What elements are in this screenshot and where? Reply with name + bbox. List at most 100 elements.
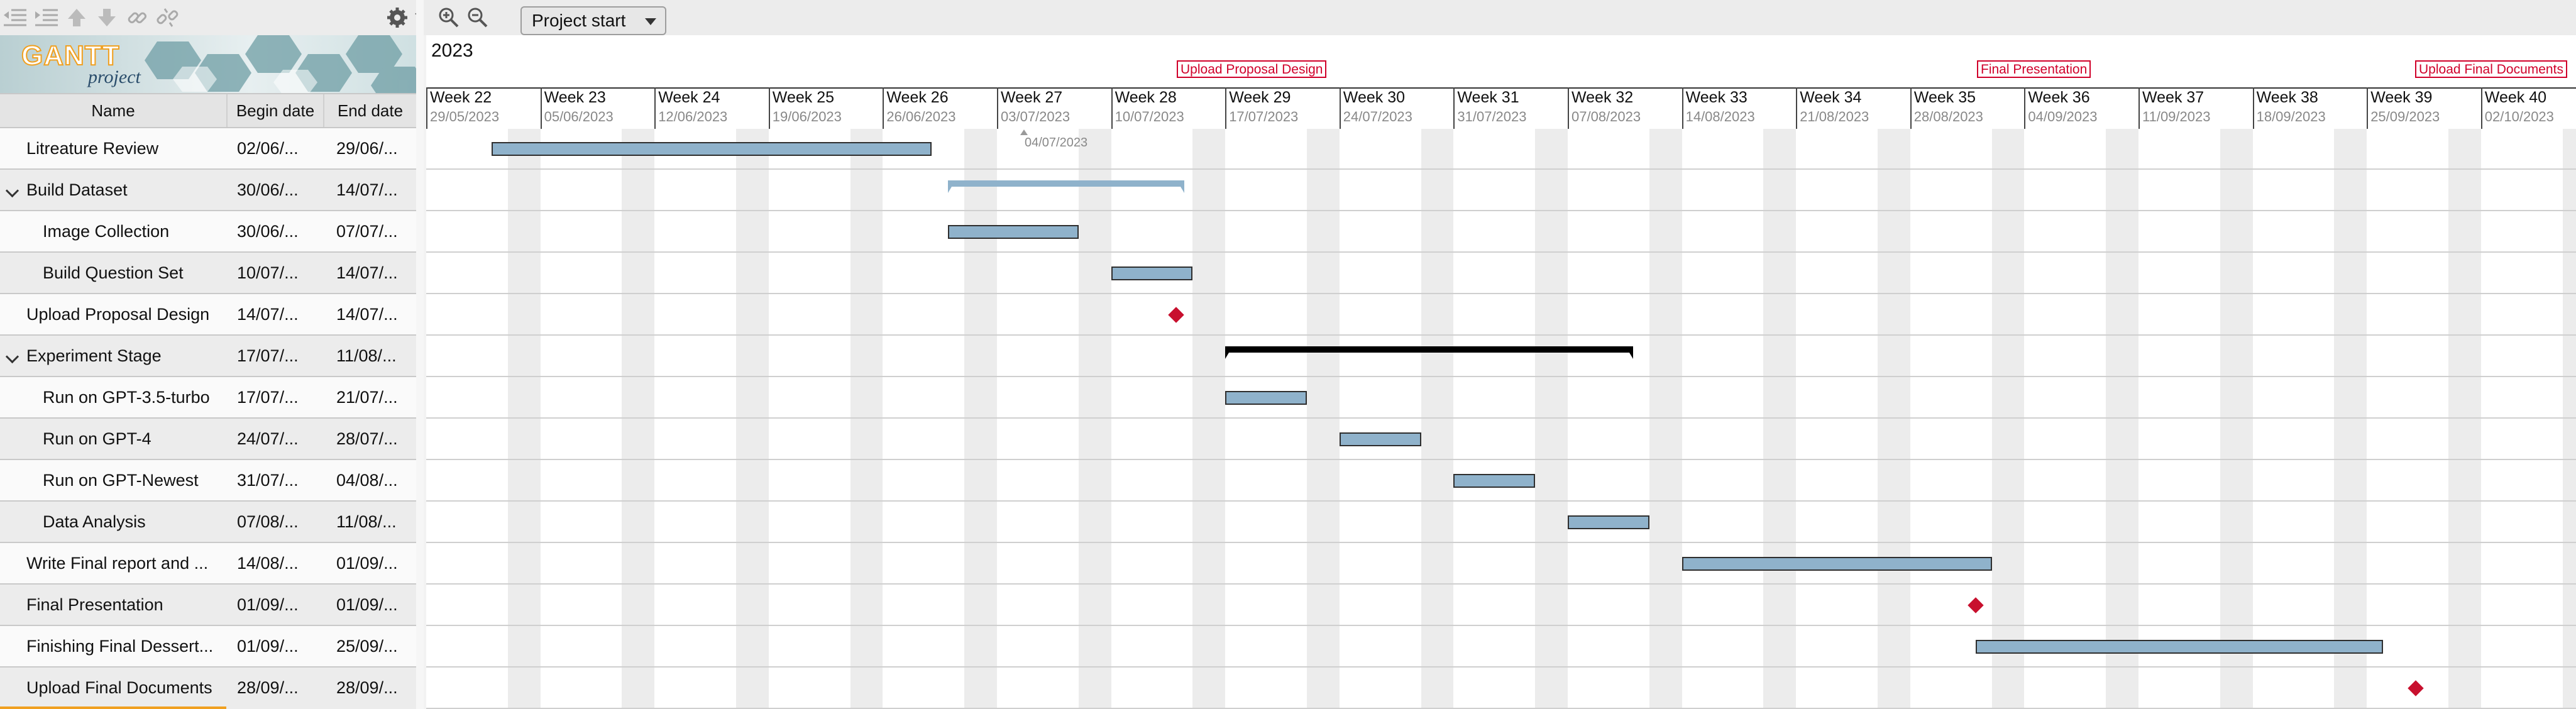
- task-end-date[interactable]: 28/09/...: [336, 668, 412, 708]
- task-begin-date[interactable]: 01/09/...: [237, 585, 319, 625]
- weekend-shade: [1649, 129, 1682, 709]
- task-end-date[interactable]: 28/07/...: [336, 419, 412, 459]
- task-end-date[interactable]: 14/07/...: [336, 170, 412, 210]
- today-marker-icon: [1020, 129, 1028, 135]
- week-name: Week 39: [2370, 89, 2433, 106]
- week-column-header: Week 26 26/06/2023: [883, 87, 997, 129]
- summary-bar-body: [1225, 346, 1633, 353]
- task-name[interactable]: Finishing Final Dessert...: [0, 637, 213, 656]
- task-begin-date[interactable]: 31/07/...: [237, 460, 319, 500]
- task-bar: [1975, 640, 2384, 654]
- settings-gear-icon[interactable]: [385, 6, 410, 29]
- task-name[interactable]: Run on GPT-Newest: [0, 471, 199, 490]
- task-row[interactable]: Final Presentation 01/09/... 01/09/...: [0, 585, 416, 626]
- toolbar: Project start: [0, 0, 2576, 35]
- row-gridline: [426, 168, 2576, 170]
- task-row[interactable]: Data Analysis 07/08/... 11/08/...: [0, 502, 416, 543]
- indent-icon[interactable]: [34, 6, 59, 29]
- zoom-in-icon[interactable]: [438, 6, 460, 29]
- column-header-end-date[interactable]: End date: [324, 94, 416, 127]
- move-down-icon[interactable]: [96, 6, 118, 29]
- task-name[interactable]: Experiment Stage: [0, 346, 162, 365]
- task-row[interactable]: Experiment Stage 17/07/... 11/08/...: [0, 336, 416, 377]
- task-end-date[interactable]: 14/07/...: [336, 294, 412, 334]
- timeline-scope-dropdown[interactable]: Project start: [520, 6, 666, 35]
- task-row[interactable]: Finishing Final Dessert... 01/09/... 25/…: [0, 626, 416, 668]
- task-end-date[interactable]: 29/06/...: [336, 128, 412, 168]
- week-start-date: 12/06/2023: [658, 109, 728, 124]
- task-begin-date[interactable]: 14/08/...: [237, 543, 319, 583]
- task-begin-date[interactable]: 24/07/...: [237, 419, 319, 459]
- column-header-begin-date[interactable]: Begin date: [228, 94, 324, 127]
- row-gridline: [426, 542, 2576, 543]
- task-row[interactable]: Write Final report and ... 14/08/... 01/…: [0, 543, 416, 585]
- week-column-header: Week 28 10/07/2023: [1111, 87, 1226, 129]
- task-name[interactable]: Data Analysis: [0, 512, 146, 531]
- task-begin-date[interactable]: 10/07/...: [237, 253, 319, 293]
- task-name[interactable]: Run on GPT-4: [0, 429, 151, 448]
- task-name[interactable]: Write Final report and ...: [0, 554, 208, 573]
- task-end-date[interactable]: 01/09/...: [336, 543, 412, 583]
- task-name[interactable]: Build Question Set: [0, 263, 184, 282]
- task-end-date[interactable]: 21/07/...: [336, 377, 412, 417]
- task-begin-date[interactable]: 30/06/...: [237, 211, 319, 251]
- task-name[interactable]: Litreature Review: [0, 139, 158, 158]
- task-begin-date[interactable]: 30/06/...: [237, 170, 319, 210]
- zoom-out-icon[interactable]: [466, 6, 489, 29]
- week-column-header: Week 33 14/08/2023: [1682, 87, 1797, 129]
- week-start-date: 03/07/2023: [1001, 109, 1071, 124]
- task-name[interactable]: Run on GPT-3.5-turbo: [0, 388, 210, 407]
- task-begin-date[interactable]: 17/07/...: [237, 336, 319, 376]
- task-name[interactable]: Upload Final Documents: [0, 678, 212, 697]
- milestone-diamond: [1967, 597, 1984, 613]
- task-begin-date[interactable]: 01/09/...: [237, 626, 319, 666]
- task-begin-date[interactable]: 02/06/...: [237, 128, 319, 168]
- weekend-shade: [1535, 129, 1568, 709]
- task-bar: [1225, 391, 1307, 405]
- week-name: Week 33: [1685, 89, 1748, 106]
- week-start-date: 02/10/2023: [2484, 109, 2554, 124]
- task-row[interactable]: Image Collection 30/06/... 07/07/...: [0, 211, 416, 253]
- splitter[interactable]: [416, 0, 424, 709]
- task-begin-date[interactable]: 17/07/...: [237, 377, 319, 417]
- task-name[interactable]: Image Collection: [0, 222, 169, 241]
- week-name: Week 26: [886, 89, 949, 106]
- weekend-shade: [622, 129, 655, 709]
- weekend-shade: [735, 129, 769, 709]
- task-row[interactable]: Run on GPT-Newest 31/07/... 04/08/...: [0, 460, 416, 502]
- task-row[interactable]: Run on GPT-3.5-turbo 17/07/... 21/07/...: [0, 377, 416, 419]
- chevron-down-icon: [645, 18, 656, 25]
- task-row[interactable]: Build Dataset 30/06/... 14/07/...: [0, 170, 416, 211]
- task-end-date[interactable]: 25/09/...: [336, 626, 412, 666]
- link-icon[interactable]: [126, 6, 148, 29]
- task-begin-date[interactable]: 28/09/...: [237, 668, 319, 708]
- week-column-header: Week 32 07/08/2023: [1568, 87, 1682, 129]
- gantt-chart-area[interactable]: 2023 Week 22 29/05/2023 Week 23 05/06/2023 W…: [426, 35, 2576, 709]
- task-name[interactable]: Final Presentation: [0, 595, 163, 614]
- task-name[interactable]: Upload Proposal Design: [0, 305, 209, 324]
- column-header-name[interactable]: Name: [0, 94, 228, 127]
- week-name: Week 30: [1343, 89, 1406, 106]
- outdent-icon[interactable]: [3, 6, 28, 29]
- task-begin-date[interactable]: 07/08/...: [237, 502, 319, 542]
- task-row[interactable]: Build Question Set 10/07/... 14/07/...: [0, 253, 416, 294]
- week-name: Week 29: [1229, 89, 1291, 106]
- task-begin-date[interactable]: 14/07/...: [237, 294, 319, 334]
- task-end-date[interactable]: 07/07/...: [336, 211, 412, 251]
- task-end-date[interactable]: 04/08/...: [336, 460, 412, 500]
- move-up-icon[interactable]: [65, 6, 88, 29]
- summary-bar: [1225, 346, 1633, 361]
- row-gridline: [426, 666, 2576, 668]
- task-end-date[interactable]: 01/09/...: [336, 585, 412, 625]
- task-end-date[interactable]: 14/07/...: [336, 253, 412, 293]
- task-end-date[interactable]: 11/08/...: [336, 502, 412, 542]
- task-row[interactable]: Run on GPT-4 24/07/... 28/07/...: [0, 419, 416, 460]
- unlink-icon[interactable]: [156, 6, 179, 29]
- task-end-date[interactable]: 11/08/...: [336, 336, 412, 376]
- task-row[interactable]: Litreature Review 02/06/... 29/06/...: [0, 128, 416, 170]
- week-column-header: Week 25 19/06/2023: [768, 87, 883, 129]
- week-start-date: 24/07/2023: [1343, 109, 1412, 124]
- task-name[interactable]: Build Dataset: [0, 180, 128, 199]
- task-row[interactable]: Upload Proposal Design 14/07/... 14/07/.…: [0, 294, 416, 336]
- task-row[interactable]: Upload Final Documents 28/09/... 28/09/.…: [0, 668, 416, 709]
